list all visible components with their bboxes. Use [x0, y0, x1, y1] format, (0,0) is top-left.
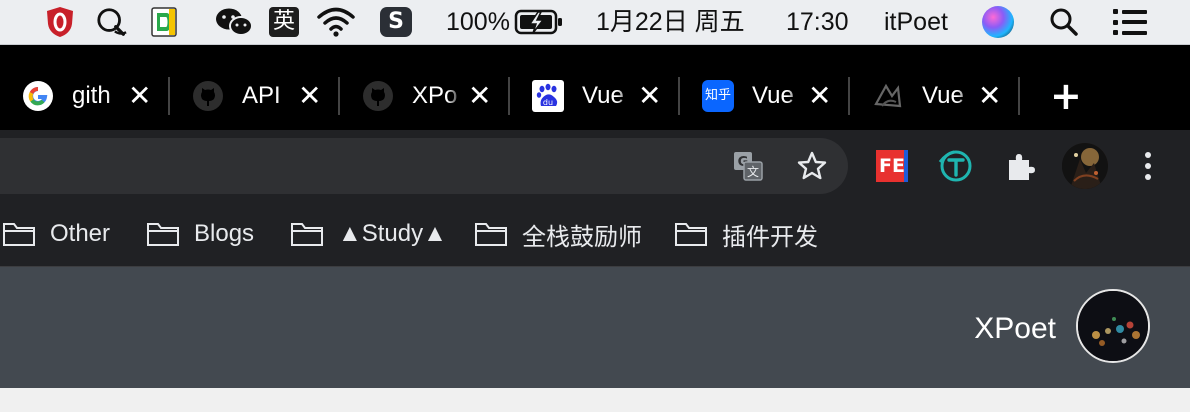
- folder-icon: [3, 223, 35, 246]
- translate-icon[interactable]: G文: [730, 148, 766, 184]
- bookmark-star-icon[interactable]: [794, 148, 830, 184]
- folder-icon: [475, 223, 507, 246]
- github-icon: [362, 80, 394, 112]
- svg-text:du: du: [543, 98, 553, 107]
- baidu-icon: du: [532, 80, 564, 112]
- tab-close-button[interactable]: ✕: [638, 81, 661, 111]
- extensions-puzzle-icon[interactable]: [1002, 148, 1038, 184]
- tab-zhihu-vue[interactable]: 知乎 Vue ✕: [680, 45, 848, 130]
- menubar-date[interactable]: 1月22日 周五: [596, 0, 745, 44]
- google-icon: [22, 80, 54, 112]
- tab-baidu-vue[interactable]: du Vue ✕: [510, 45, 678, 130]
- bookmark-folder-study[interactable]: ▲Study▲: [290, 202, 447, 266]
- spotlight-search-icon[interactable]: [1048, 6, 1080, 38]
- bookmark-folder-plugin-dev[interactable]: 插件开发: [674, 202, 818, 266]
- tab-close-button[interactable]: ✕: [128, 81, 151, 111]
- bookmark-label: 全栈鼓励师: [522, 223, 642, 251]
- bookmark-label: Other: [50, 220, 111, 247]
- folder-icon: [291, 223, 323, 246]
- tab-close-button[interactable]: ✕: [298, 81, 321, 111]
- bookmark-folder-blogs[interactable]: Blogs: [146, 202, 254, 266]
- tab-strip: gith ✕ API ✕ XPo ✕ du Vue ✕ 知乎 Vue ✕ Vue…: [0, 45, 1190, 130]
- more-menu-icon[interactable]: [1134, 148, 1162, 184]
- page-body: [0, 388, 1190, 412]
- input-method-icon[interactable]: 英: [268, 6, 300, 38]
- github-icon: [192, 80, 224, 112]
- wechat-icon[interactable]: [214, 6, 254, 38]
- folder-icon: [147, 223, 179, 246]
- tab-google[interactable]: gith ✕: [0, 45, 168, 130]
- menubar-time[interactable]: 17:30: [786, 0, 849, 44]
- bookmark-label: 插件开发: [722, 223, 818, 251]
- tab-blog-vue[interactable]: Vue ✕: [850, 45, 1018, 130]
- profile-avatar[interactable]: [1062, 143, 1108, 189]
- browser-toolbar: G文 FE: [0, 130, 1190, 202]
- tab-close-button[interactable]: ✕: [468, 81, 491, 111]
- tab-title: gith: [72, 82, 111, 109]
- tab-github-api[interactable]: API ✕: [170, 45, 338, 130]
- tab-title: Vue: [582, 82, 624, 109]
- new-tab-button[interactable]: +: [1050, 77, 1082, 115]
- tab-title: Vue: [922, 82, 964, 109]
- tab-close-button[interactable]: ✕: [978, 81, 1001, 111]
- address-bar[interactable]: G文: [0, 138, 848, 194]
- zhihu-icon: 知乎: [702, 80, 734, 112]
- fe-extension-icon[interactable]: FE: [876, 150, 908, 182]
- tab-close-button[interactable]: ✕: [808, 81, 831, 111]
- dash-doc-icon[interactable]: [148, 6, 180, 38]
- battery-percentage: 100%: [446, 8, 510, 36]
- folder-icon: [675, 223, 707, 246]
- macos-menubar: 英 S 100% 1月22日 周五 17:30 itPoet: [0, 0, 1190, 45]
- menubar-user[interactable]: itPoet: [884, 0, 948, 44]
- bookmark-label: ▲Study▲: [338, 220, 447, 247]
- bookmark-folder-other[interactable]: Other: [2, 202, 110, 266]
- svg-text:文: 文: [747, 164, 759, 179]
- username[interactable]: XPoet: [974, 311, 1056, 347]
- battery-charging-icon[interactable]: [514, 6, 564, 38]
- page-header: XPoet: [0, 267, 1190, 388]
- tab-title: API: [242, 82, 281, 109]
- antivirus-shield-icon[interactable]: [44, 6, 76, 38]
- t-extension-icon[interactable]: [938, 148, 974, 184]
- wifi-icon[interactable]: [316, 6, 356, 38]
- sogou-icon[interactable]: S: [380, 6, 412, 38]
- bookmark-folder-fullstack[interactable]: 全栈鼓励师: [474, 202, 642, 266]
- control-center-icon[interactable]: [1110, 6, 1150, 38]
- siri-icon[interactable]: [982, 6, 1014, 38]
- tab-title: Vue: [752, 82, 794, 109]
- tab-title: XPo: [412, 82, 458, 109]
- user-avatar[interactable]: [1076, 289, 1150, 363]
- bookmarks-bar: Other Blogs ▲Study▲ 全栈鼓励师 插件开发: [0, 202, 1190, 267]
- tab-github-xpoet[interactable]: XPo ✕: [340, 45, 508, 130]
- bookmark-label: Blogs: [194, 220, 255, 247]
- blog-logo-icon: [872, 80, 904, 112]
- tab-divider: [1018, 77, 1020, 115]
- chat-search-icon[interactable]: [96, 6, 128, 38]
